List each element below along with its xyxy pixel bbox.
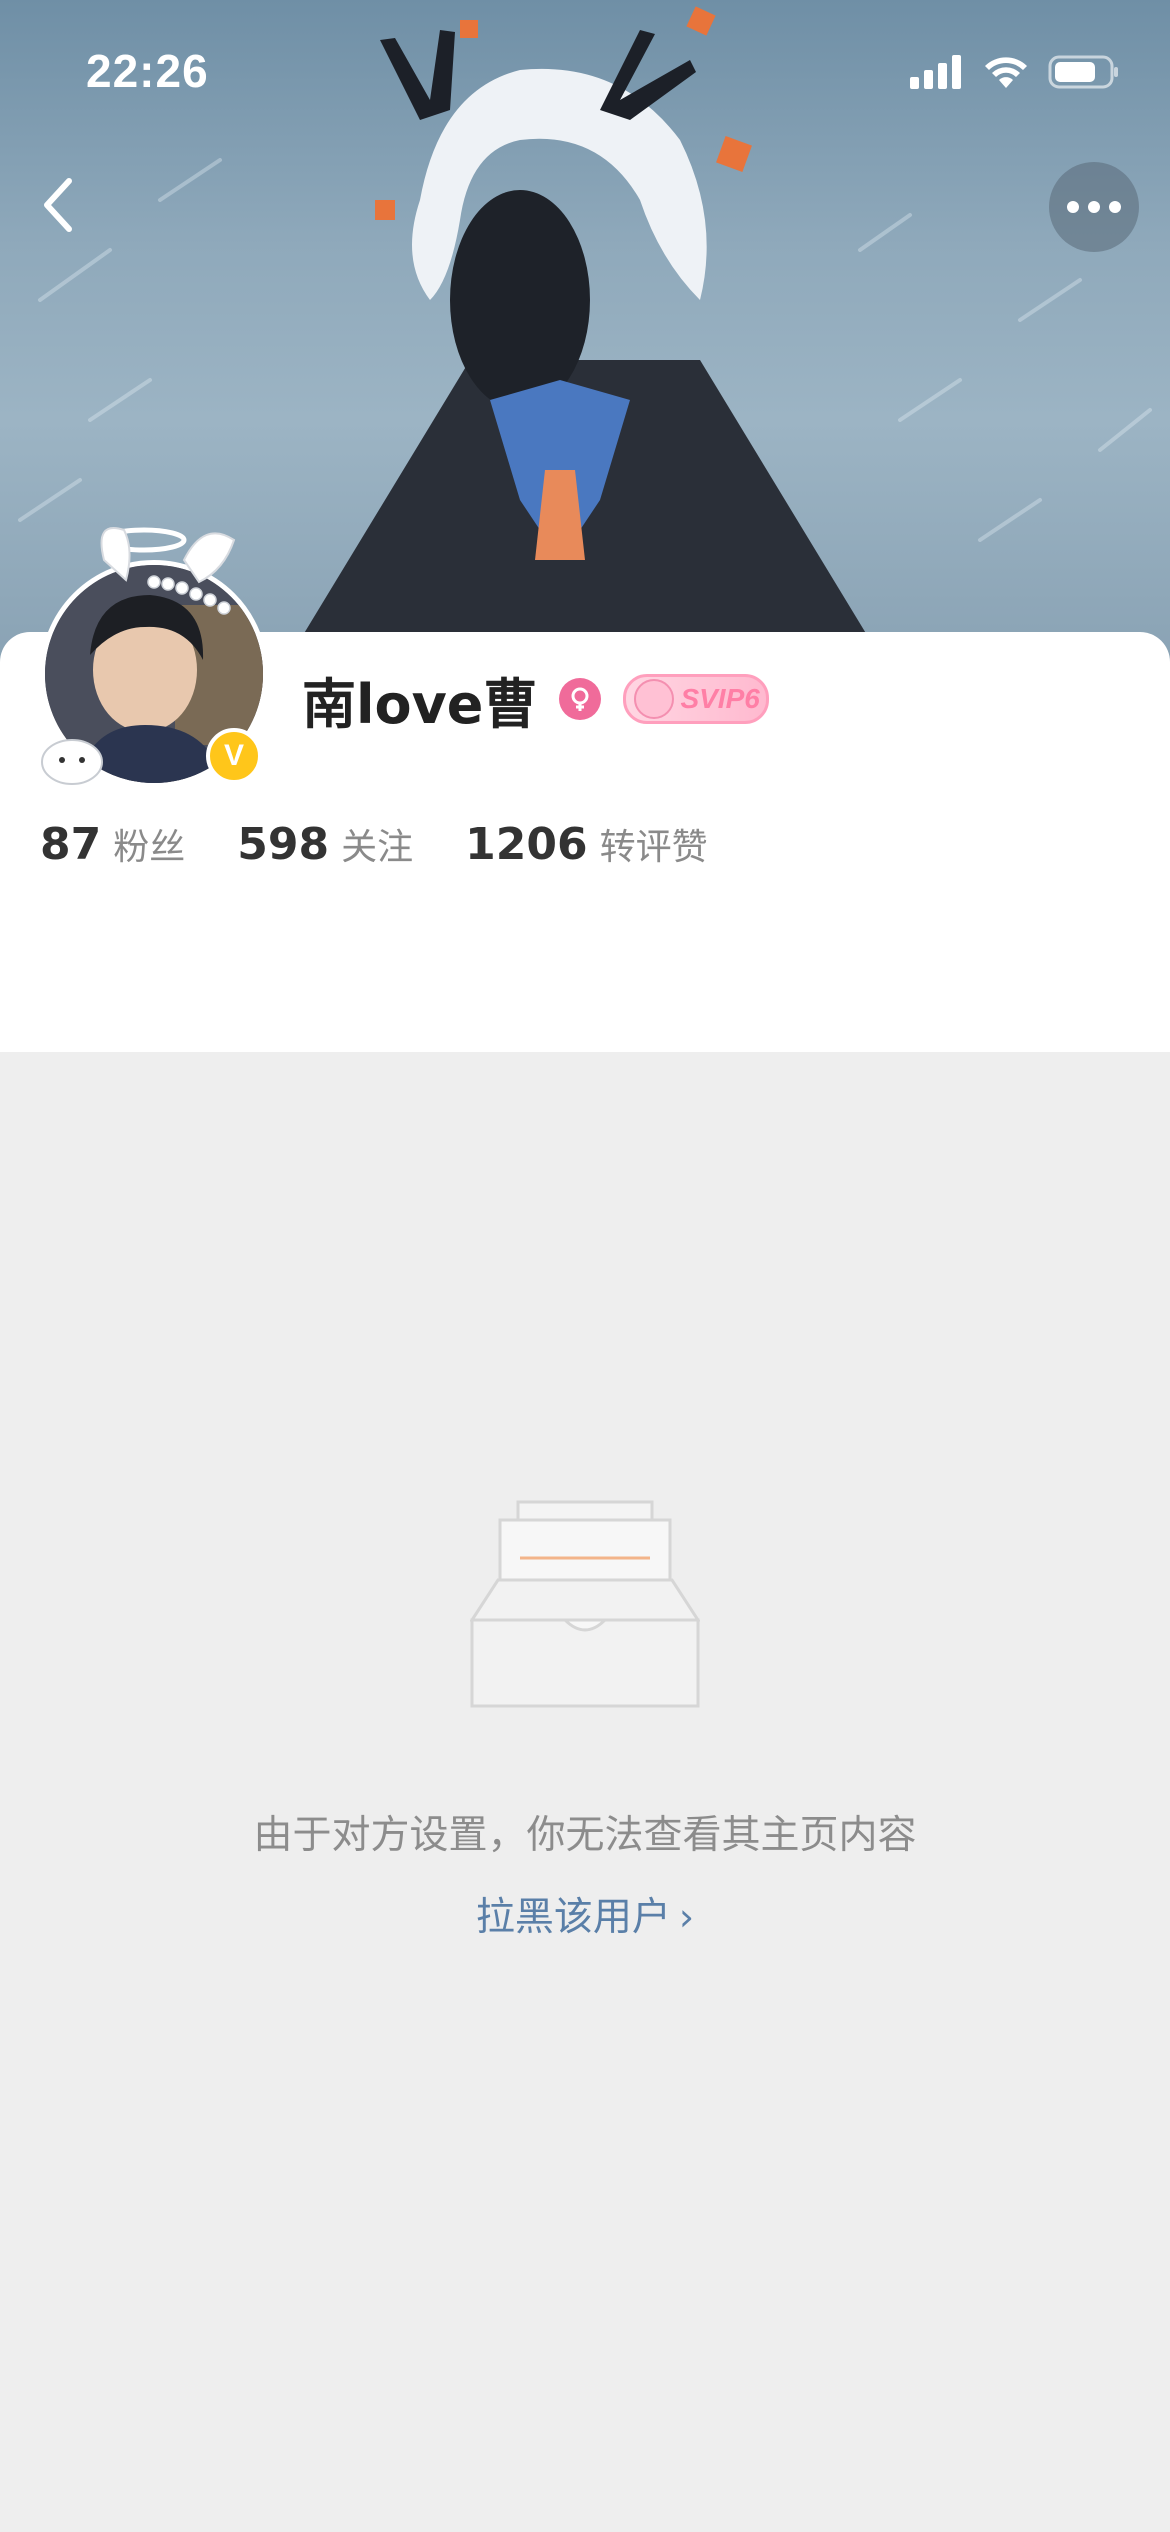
pig-icon <box>634 679 675 719</box>
stats-row: 87 粉丝 598 关注 1206 转评赞 <box>40 818 760 878</box>
profile-page: 22:26 V 南love曹 SVIP6 87 粉丝 598 关注 1206 转… <box>0 0 1170 2532</box>
empty-state: 由于对方设置，你无法查看其主页内容 拉黑该用户 › <box>0 1052 1170 2532</box>
status-bar: 22:26 <box>0 0 1170 140</box>
battery-icon <box>1048 55 1118 89</box>
name-row: 南love曹 SVIP6 <box>302 664 770 736</box>
stat-value: 598 <box>237 819 330 870</box>
stat-label: 粉丝 <box>113 827 186 868</box>
stat-following[interactable]: 598 关注 <box>237 818 413 870</box>
avatar-frame[interactable]: V <box>34 520 274 790</box>
svip-badge[interactable]: SVIP6 <box>623 674 770 724</box>
stat-label: 转评赞 <box>599 827 708 868</box>
block-user-label: 拉黑该用户 <box>475 1895 671 1940</box>
chevron-right-icon: › <box>678 1895 695 1939</box>
stat-followers[interactable]: 87 粉丝 <box>40 818 185 870</box>
svip-label: SVIP6 <box>680 683 760 714</box>
stat-value: 1206 <box>465 819 588 870</box>
stat-interactions[interactable]: 1206 转评赞 <box>465 818 707 870</box>
more-button[interactable] <box>1049 162 1139 252</box>
more-dots-icon <box>1067 201 1121 213</box>
stat-value: 87 <box>40 819 102 870</box>
empty-inbox-icon <box>470 1500 700 1708</box>
wifi-icon <box>985 57 1027 88</box>
username: 南love曹 <box>302 672 538 736</box>
block-user-link[interactable]: 拉黑该用户 › <box>0 1886 1170 1942</box>
female-icon <box>559 678 602 720</box>
stat-label: 关注 <box>341 827 414 868</box>
status-time: 22:26 <box>86 45 209 97</box>
chevron-left-icon <box>44 178 72 232</box>
empty-message: 由于对方设置，你无法查看其主页内容 <box>253 1813 917 1858</box>
signal-icon <box>910 55 961 89</box>
status-icons <box>910 54 1120 90</box>
back-button[interactable] <box>22 170 92 240</box>
verified-badge: V <box>206 728 262 784</box>
